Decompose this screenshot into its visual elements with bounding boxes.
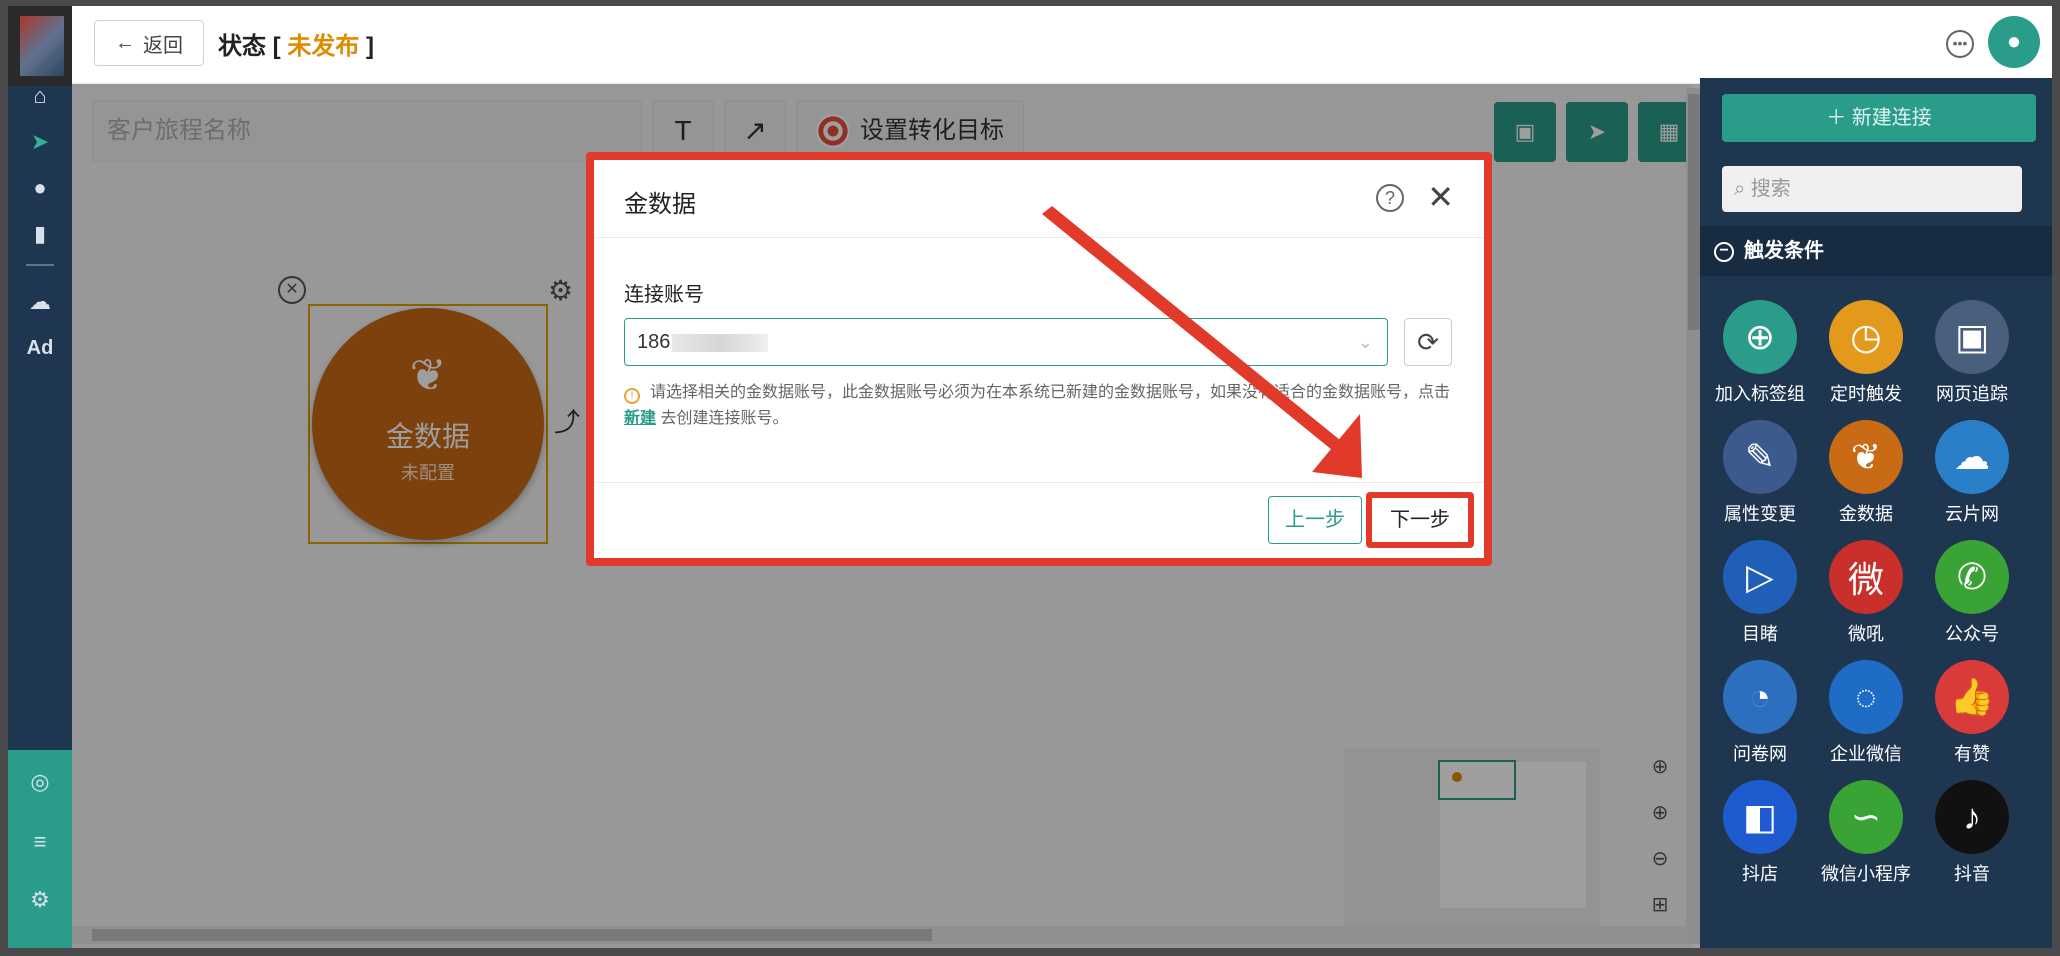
trigger-tile-label: 金数据: [1839, 504, 1893, 524]
wework-icon: ◌: [1829, 660, 1903, 734]
account-label: 连接账号: [624, 284, 704, 306]
account-select[interactable]: 186 ⌄: [624, 318, 1388, 366]
trigger-tile[interactable]: ⊕ 加入标签组: [1710, 300, 1810, 406]
arrow-left-icon: ←: [115, 31, 135, 54]
miniprogram-icon: ∽: [1829, 780, 1903, 854]
chevron-down-icon: ⌄: [1357, 332, 1373, 352]
trigger-section-header[interactable]: − 触发条件: [1700, 226, 2052, 276]
next-step-button[interactable]: 下一步: [1372, 498, 1468, 542]
avatar[interactable]: ●: [1988, 16, 2040, 68]
close-icon[interactable]: ✕: [1427, 178, 1454, 216]
hint-text-1: 请选择相关的金数据账号，此金数据账号必须为在本系统已新建的金数据账号，如果没有适…: [650, 384, 1451, 401]
add-user-icon: ⊕: [1723, 300, 1797, 374]
top-bar: ← 返回 状态 [ 未发布 ] ••• ●: [72, 6, 2052, 84]
trigger-tile[interactable]: ✆ 公众号: [1922, 540, 2022, 646]
trigger-tile[interactable]: ❦ 金数据: [1816, 420, 1916, 526]
wenjuan-icon: ◔: [1723, 660, 1797, 734]
nav-bottom: ◎ ≡ ⚙: [8, 750, 72, 948]
help-icon[interactable]: ?: [1376, 184, 1404, 212]
account-value: 186: [637, 331, 671, 353]
collapse-icon: −: [1714, 241, 1734, 262]
doudian-icon: ◧: [1723, 780, 1797, 854]
trigger-tile[interactable]: ▷ 目睹: [1710, 540, 1810, 646]
trigger-tile-label: 微信小程序: [1821, 864, 1911, 884]
trigger-tile-label: 有赞: [1954, 744, 1990, 764]
trigger-tile-label: 属性变更: [1724, 504, 1796, 524]
play-icon: ▷: [1723, 540, 1797, 614]
user-icon[interactable]: ●: [8, 166, 72, 210]
app-logo: [20, 16, 64, 76]
trigger-tile[interactable]: ▣ 网页追踪: [1922, 300, 2022, 406]
state-suffix: ]: [359, 33, 374, 60]
modal-header: 金数据 ? ✕: [594, 160, 1484, 238]
tiktok-icon: ♪: [1935, 780, 2009, 854]
refresh-button[interactable]: ⟳: [1404, 318, 1452, 366]
settings-icon[interactable]: ⚙: [8, 878, 72, 922]
weihou-icon: 微: [1829, 540, 1903, 614]
trigger-tile-label: 公众号: [1945, 624, 1999, 644]
trigger-tile[interactable]: 👍 有赞: [1922, 660, 2022, 766]
masked-value: [672, 333, 769, 352]
cloud-icon: ☁: [1935, 420, 2009, 494]
network-icon[interactable]: ◎: [8, 760, 72, 804]
trigger-tile[interactable]: ☁ 云片网: [1922, 420, 2022, 526]
component-search-input[interactable]: ⌕ 搜索: [1722, 166, 2022, 212]
edit-icon: ✎: [1723, 420, 1797, 494]
trigger-tile-label: 网页追踪: [1936, 384, 2008, 404]
weather-icon[interactable]: ☁: [8, 280, 72, 324]
jinshuju-icon: ❦: [1829, 420, 1903, 494]
state-value: 未发布: [287, 33, 360, 60]
trigger-tile[interactable]: ∽ 微信小程序: [1816, 780, 1916, 886]
create-link[interactable]: 新建: [624, 410, 656, 427]
trigger-tile-label: 目睹: [1742, 624, 1778, 644]
hint-text-2: 去创建连接账号。: [656, 410, 789, 427]
account-hint: ! 请选择相关的金数据账号，此金数据账号必须为在本系统已新建的金数据账号，如果没有…: [624, 380, 1464, 432]
trigger-tile[interactable]: ◔ 问卷网: [1710, 660, 1810, 766]
section-title: 触发条件: [1744, 240, 1824, 262]
new-connection-button[interactable]: ＋ 新建连接: [1722, 94, 2036, 142]
send-icon[interactable]: ➤: [8, 120, 72, 164]
trigger-tile-label: 抖店: [1742, 864, 1778, 884]
jinshuju-dialog: 金数据 ? ✕ 连接账号 186 ⌄ ⟳ ! 请选择相关的金数据账号，此金数据账号…: [594, 160, 1484, 558]
ad-icon[interactable]: Ad: [8, 326, 72, 370]
left-nav: ⌂ ➤ ● ▮ ☁ Ad ◎ ≡ ⚙: [8, 6, 72, 948]
back-button[interactable]: ← 返回: [94, 20, 204, 66]
trigger-tile[interactable]: 微微吼: [1816, 540, 1916, 646]
journey-state: 状态 [ 未发布 ]: [218, 26, 374, 61]
modal-title: 金数据: [624, 191, 696, 218]
web-icon: ▣: [1935, 300, 2009, 374]
search-icon: ⌕: [1734, 178, 1751, 200]
back-label: 返回: [143, 34, 183, 57]
chart-icon[interactable]: ▮: [8, 212, 72, 256]
trigger-tile[interactable]: ♪ 抖音: [1922, 780, 2022, 886]
trigger-tile-label: 定时触发: [1830, 384, 1902, 404]
trigger-tile-label: 微吼: [1848, 624, 1884, 644]
clock-icon: ◷: [1829, 300, 1903, 374]
trigger-tile[interactable]: ◧ 抖店: [1710, 780, 1810, 886]
wechat-icon: ✆: [1935, 540, 2009, 614]
trigger-tile[interactable]: ◌ 企业微信: [1816, 660, 1916, 766]
state-prefix: 状态 [: [218, 33, 288, 60]
trigger-tile[interactable]: ◷ 定时触发: [1816, 300, 1916, 406]
trigger-tile-label: 抖音: [1954, 864, 1990, 884]
trigger-tile-label: 加入标签组: [1715, 384, 1805, 404]
home-icon[interactable]: ⌂: [8, 74, 72, 118]
thumb-icon: 👍: [1935, 660, 2009, 734]
chat-icon[interactable]: •••: [1946, 30, 1974, 58]
nav-divider: [26, 264, 54, 266]
trigger-tile-label: 问卷网: [1733, 744, 1787, 764]
prev-step-button[interactable]: 上一步: [1268, 496, 1362, 544]
component-panel: ＋ 新建连接 ⌕ 搜索 − 触发条件 ⊕ 加入标签组 ◷ 定时触发 ▣ 网页追踪 ✎ 属性变更 ❦…: [1700, 78, 2052, 948]
list-icon[interactable]: ≡: [8, 820, 72, 864]
warning-icon: !: [624, 388, 640, 404]
trigger-tile-label: 云片网: [1945, 504, 1999, 524]
trigger-tile[interactable]: ✎ 属性变更: [1710, 420, 1810, 526]
search-placeholder: 搜索: [1750, 178, 1791, 200]
trigger-tile-label: 企业微信: [1830, 744, 1902, 764]
